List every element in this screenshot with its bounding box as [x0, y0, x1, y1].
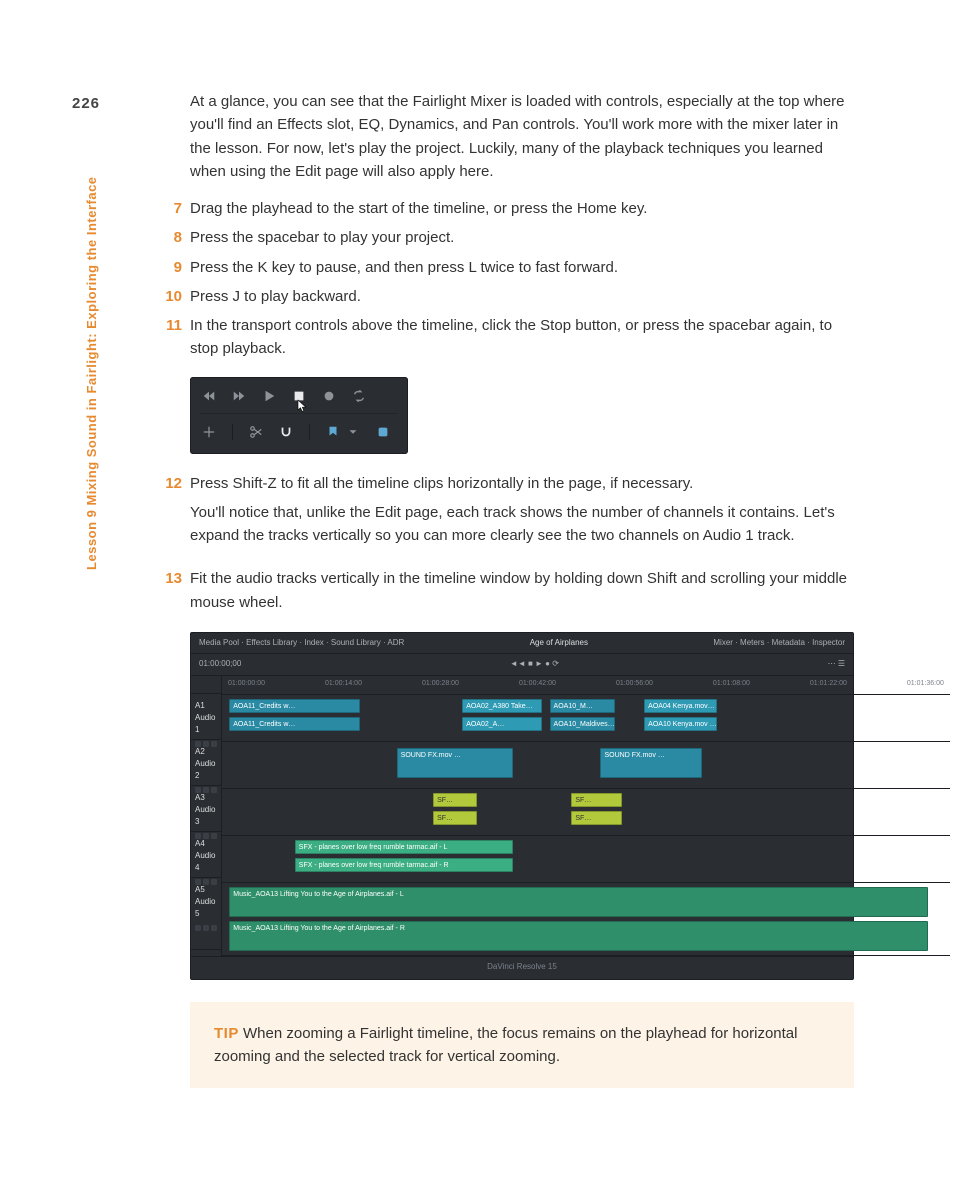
time-ruler[interactable]: 01:00:00:0001:00:14:0001:00:28:0001:00:4… [222, 676, 950, 695]
timeline-topbar: Media Pool · Effects Library · Index · S… [191, 633, 853, 654]
step-text: Press the spacebar to play your project. [190, 229, 454, 246]
chevron-down-icon[interactable] [346, 425, 360, 439]
transport-controls [190, 377, 408, 454]
play-icon[interactable] [262, 389, 276, 403]
step-number: 11 [158, 314, 182, 337]
step-8: 8Press the spacebar to play your project… [190, 226, 854, 255]
tip-box: TIP When zooming a Fairlight timeline, t… [190, 1002, 854, 1089]
timeline-timecode-bar: 01:00:00;00 ◄◄ ■ ► ● ⟳ ⋯ ☰ [191, 654, 853, 675]
lane-a5[interactable]: Music_AOA13 Lifting You to the Age of Ai… [222, 883, 950, 956]
step-number: 10 [158, 285, 182, 308]
tip-label: TIP [214, 1025, 239, 1042]
snap-icon[interactable] [279, 425, 293, 439]
clip[interactable]: AOA10_M… [550, 699, 616, 713]
tip-text: When zooming a Fairlight timeline, the f… [214, 1025, 797, 1065]
step-text: Drag the playhead to the start of the ti… [190, 200, 647, 217]
clip[interactable]: AOA11_Credits w… [229, 717, 360, 731]
step-text: Press Shift-Z to fit all the timeline cl… [190, 475, 693, 492]
step-text: Press the K key to pause, and then press… [190, 259, 618, 276]
cursor-icon [296, 399, 310, 413]
step-list-2: 12Press Shift-Z to fit all the timeline … [190, 472, 854, 620]
timeline-footer: DaVinci Resolve 15 [191, 956, 853, 979]
step-text: In the transport controls above the time… [190, 317, 832, 357]
step-list: 7Drag the playhead to the start of the t… [190, 197, 854, 367]
timeline-right-menu[interactable]: Mixer · Meters · Metadata · Inspector [713, 637, 845, 649]
lane-a2[interactable]: SOUND FX.mov … SOUND FX.mov … [222, 742, 950, 789]
clip[interactable]: AOA02_A… [462, 717, 542, 731]
step-text: Fit the audio tracks vertically in the t… [190, 570, 847, 610]
timeline-body: A1 Audio 1 A2 Audio 2 A3 Audio 3 A4 Audi… [191, 676, 853, 956]
step-12-followup: You'll notice that, unlike the Edit page… [190, 501, 854, 548]
clip[interactable]: SFX - planes over low freq rumble tarmac… [295, 858, 513, 872]
step-7: 7Drag the playhead to the start of the t… [190, 197, 854, 226]
clip[interactable]: SF… [571, 811, 622, 825]
step-10: 10Press J to play backward. [190, 285, 854, 314]
scissors-icon[interactable] [249, 425, 263, 439]
lane-a1[interactable]: AOA11_Credits w… AOA11_Credits w… AOA02_… [222, 695, 950, 742]
divider [232, 424, 233, 440]
divider [309, 424, 310, 440]
step-text: Press J to play backward. [190, 288, 361, 305]
track-header-a4[interactable]: A4 Audio 4 [191, 832, 221, 878]
step-number: 12 [158, 472, 182, 495]
footer-label: DaVinci Resolve 15 [487, 961, 557, 973]
step-number: 9 [158, 256, 182, 279]
fairlight-timeline: Media Pool · Effects Library · Index · S… [190, 632, 854, 980]
track-header-a1[interactable]: A1 Audio 1 [191, 694, 221, 740]
clip[interactable]: AOA10_Maldives… [550, 717, 616, 731]
track-header-a3[interactable]: A3 Audio 3 [191, 786, 221, 832]
clip[interactable]: SF… [433, 811, 477, 825]
page-number: 226 [72, 92, 100, 115]
timeline-left-menu[interactable]: Media Pool · Effects Library · Index · S… [199, 637, 404, 649]
intro-paragraph: At a glance, you can see that the Fairli… [190, 90, 854, 183]
step-11: 11In the transport controls above the ti… [190, 314, 854, 367]
step-13: 13Fit the audio tracks vertically in the… [190, 567, 854, 620]
timecode: 01:00:00;00 [199, 658, 241, 670]
ruler-head [191, 676, 221, 694]
clip[interactable]: SF… [433, 793, 477, 807]
clip[interactable]: AOA10 Kenya.mov … [644, 717, 717, 731]
clip[interactable]: Music_AOA13 Lifting You to the Age of Ai… [229, 887, 928, 917]
track-lanes[interactable]: 01:00:00:0001:00:14:0001:00:28:0001:00:4… [222, 676, 950, 956]
step-number: 7 [158, 197, 182, 220]
marker-icon[interactable] [326, 425, 340, 439]
marker-fill-icon[interactable] [376, 425, 390, 439]
record-icon[interactable] [322, 389, 336, 403]
step-number: 8 [158, 226, 182, 249]
clip[interactable]: SOUND FX.mov … [600, 748, 702, 778]
clip[interactable]: SFX - planes over low freq rumble tarmac… [295, 840, 513, 854]
track-header-a2[interactable]: A2 Audio 2 [191, 740, 221, 786]
stop-icon[interactable] [292, 389, 306, 403]
lane-a4[interactable]: SFX - planes over low freq rumble tarmac… [222, 836, 950, 883]
step-number: 13 [158, 567, 182, 590]
clip[interactable]: SOUND FX.mov … [397, 748, 513, 778]
fast-forward-icon[interactable] [232, 389, 246, 403]
clip[interactable]: Music_AOA13 Lifting You to the Age of Ai… [229, 921, 928, 951]
clip[interactable]: AOA02_A380 Take… [462, 699, 542, 713]
crosshair-icon[interactable] [202, 425, 216, 439]
transport-row-1 [200, 385, 398, 407]
step-9: 9Press the K key to pause, and then pres… [190, 256, 854, 285]
clip[interactable]: AOA04 Kenya.mov… [644, 699, 717, 713]
step-12: 12Press Shift-Z to fit all the timeline … [190, 472, 854, 568]
track-headers: A1 Audio 1 A2 Audio 2 A3 Audio 3 A4 Audi… [191, 676, 222, 956]
page: 226 Lesson 9 Mixing Sound in Fairlight: … [0, 0, 954, 1177]
rewind-icon[interactable] [202, 389, 216, 403]
lane-a3[interactable]: SF… SF… SF… SF… [222, 789, 950, 836]
view-controls[interactable]: ⋯ ☰ [828, 658, 845, 670]
transport-row-2 [200, 413, 398, 444]
lesson-label: Lesson 9 Mixing Sound in Fairlight: Expl… [82, 176, 102, 570]
mini-transport[interactable]: ◄◄ ■ ► ● ⟳ [510, 658, 559, 670]
track-header-a5[interactable]: A5 Audio 5 [191, 878, 221, 950]
timeline-title: Age of Airplanes [530, 637, 588, 649]
loop-icon[interactable] [352, 389, 366, 403]
clip[interactable]: AOA11_Credits w… [229, 699, 360, 713]
clip[interactable]: SF… [571, 793, 622, 807]
